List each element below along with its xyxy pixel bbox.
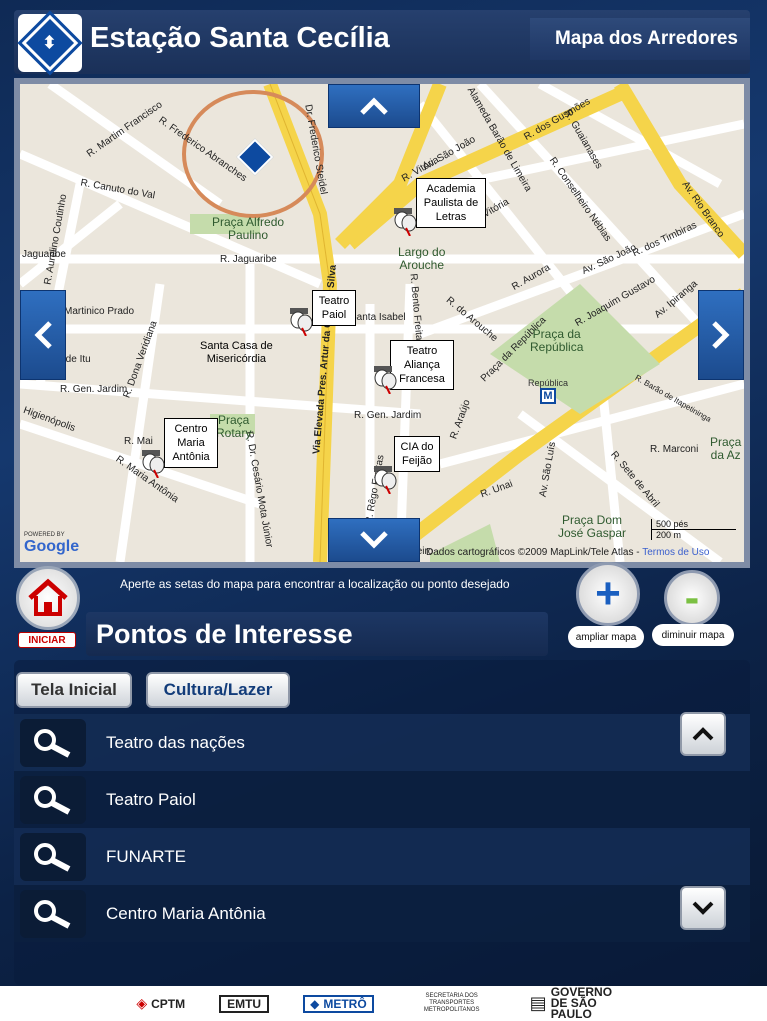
- chevron-up-icon: [360, 97, 388, 115]
- section-title: Pontos de Interesse: [96, 619, 353, 649]
- street-label: Jaguaribe: [22, 249, 66, 260]
- zoom-out-button[interactable]: -: [664, 570, 720, 626]
- chevron-up-icon: [692, 727, 714, 741]
- street-label: Martinico Prado: [64, 306, 135, 317]
- place-largo-arouche: Largo do Arouche: [398, 245, 446, 272]
- poi-label[interactable]: Teatro Paiol: [312, 290, 356, 326]
- poi-label[interactable]: Academia Paulista de Letras: [416, 178, 486, 228]
- tab-culture[interactable]: Cultura/Lazer: [146, 672, 290, 708]
- secretaria-logo: SECRETARIA DOS TRANSPORTES METROPOLITANO…: [423, 993, 480, 1013]
- google-wordmark: Google: [24, 538, 80, 555]
- copyright-text: Dados cartográficos ©2009 MapLink/Tele A…: [426, 547, 640, 558]
- home-button[interactable]: [16, 566, 80, 630]
- metro-footer-logo: ◆ METRÔ: [303, 994, 374, 1013]
- map-pan-down-button[interactable]: [328, 518, 420, 562]
- map-copyright: Dados cartográficos ©2009 MapLink/Tele A…: [426, 547, 709, 558]
- map-frame: R. Martim Francisco R. Frederico Abranch…: [14, 78, 750, 568]
- poi-list-panel: Tela Inicial Cultura/Lazer Teatro das na…: [14, 660, 750, 985]
- footer: ◈ CPTM EMTU ◆ METRÔ SECRETARIA DOS TRANS…: [0, 986, 767, 1021]
- map-scale: 500 pés 200 m: [650, 519, 736, 540]
- list-item[interactable]: Teatro das nações: [14, 714, 750, 771]
- search-button[interactable]: [20, 718, 86, 767]
- governo-label: GOVERNO DE SÃO PAULO: [550, 985, 613, 1021]
- tab-home[interactable]: Tela Inicial: [16, 672, 132, 708]
- governo-logo: ▤ GOVERNO DE SÃO PAULO: [529, 985, 631, 1021]
- cptm-icon: ◈: [136, 995, 148, 1011]
- list-item-label: Teatro Paiol: [106, 789, 196, 809]
- chevron-right-icon: [712, 321, 730, 349]
- zoom-in-label[interactable]: ampliar mapa: [568, 626, 644, 648]
- cptm-label: CPTM: [151, 996, 186, 1011]
- metro-logo: ⬍: [17, 10, 83, 76]
- map[interactable]: R. Martim Francisco R. Frederico Abranch…: [20, 84, 744, 562]
- list-item[interactable]: FUNARTE: [14, 828, 750, 885]
- metro-station-icon: M: [540, 388, 556, 404]
- search-icon: [34, 785, 71, 815]
- search-icon: [34, 728, 71, 758]
- home-label[interactable]: INICIAR: [18, 632, 76, 648]
- zoom-out-label[interactable]: diminuir mapa: [652, 624, 734, 646]
- poi-label[interactable]: Centro Maria Antônia: [164, 418, 218, 468]
- metro-footer-icon: ◆: [310, 996, 320, 1011]
- theater-masks-icon[interactable]: [372, 364, 398, 394]
- search-button[interactable]: [20, 889, 86, 938]
- chevron-down-icon: [692, 901, 714, 915]
- street-label: R. Mai: [124, 436, 153, 447]
- chevron-down-icon: [360, 531, 388, 549]
- google-logo: POWERED BY Google: [24, 532, 79, 556]
- list-item-label: FUNARTE: [106, 846, 186, 866]
- place-praca-republica: Praça da República: [530, 327, 584, 354]
- list-scroll-down-button[interactable]: [680, 886, 726, 930]
- map-pan-right-button[interactable]: [698, 290, 744, 380]
- place-santa-casa: Santa Casa de Misericórdia: [200, 340, 273, 365]
- search-button[interactable]: [20, 775, 86, 824]
- page-title: Estação Santa Cecília: [90, 22, 390, 54]
- governo-icon: ▤: [529, 993, 547, 1013]
- poi-label[interactable]: Teatro Aliança Francesa: [390, 340, 454, 390]
- search-icon: [34, 899, 71, 929]
- list-item-label: Centro Maria Antônia: [106, 903, 266, 923]
- metro-footer-label: METRÔ: [323, 996, 367, 1011]
- search-icon: [34, 842, 71, 872]
- street-label: Santa Isabel: [350, 312, 406, 323]
- place-praca-dom-jose: Praça Dom José Gaspar: [558, 513, 627, 540]
- map-pan-left-button[interactable]: [20, 290, 66, 380]
- zoom-in-button[interactable]: +: [576, 562, 640, 626]
- metro-logo-icon: ⬍: [17, 10, 83, 76]
- home-icon: [28, 578, 68, 616]
- plus-icon: +: [595, 569, 621, 618]
- theater-masks-icon[interactable]: [392, 206, 418, 236]
- poi-label[interactable]: CIA do Feijão: [394, 436, 440, 472]
- scale-top: 500 pés: [650, 519, 736, 530]
- theater-masks-icon[interactable]: [140, 448, 166, 478]
- place-praca-az: Praça da Az: [710, 435, 742, 462]
- minus-icon: -: [684, 573, 700, 622]
- section-title-bar: Pontos de Interesse: [86, 612, 548, 656]
- header: ⬍ Estação Santa Cecília Mapa dos Arredor…: [14, 10, 750, 76]
- chevron-left-icon: [34, 321, 52, 349]
- street-label: R. Jaguaribe: [220, 254, 277, 265]
- scale-bottom: 200 m: [650, 530, 736, 540]
- street-label: R. Gen. Jardim: [354, 410, 422, 421]
- map-instruction: Aperte as setas do mapa para encontrar a…: [120, 577, 510, 591]
- theater-masks-icon[interactable]: [372, 464, 398, 494]
- map-pan-up-button[interactable]: [328, 84, 420, 128]
- section-heading-label: Mapa dos Arredores: [554, 28, 738, 49]
- search-button[interactable]: [20, 832, 86, 881]
- list-scroll-up-button[interactable]: [680, 712, 726, 756]
- list-item[interactable]: Centro Maria Antônia: [14, 885, 750, 942]
- terms-link[interactable]: Termos de Uso: [642, 547, 709, 558]
- section-heading: Mapa dos Arredores: [530, 18, 750, 60]
- list-item-label: Teatro das nações: [106, 732, 245, 752]
- emtu-logo: EMTU: [219, 994, 270, 1013]
- theater-masks-icon[interactable]: [288, 306, 314, 336]
- street-label: R. Gen. Jardim: [60, 384, 128, 395]
- place-praca-rotary: Praça Rotary: [216, 413, 252, 440]
- cptm-logo: ◈ CPTM: [136, 995, 185, 1012]
- street-label: R. Marconi: [650, 444, 699, 455]
- list-item[interactable]: Teatro Paiol: [14, 771, 750, 828]
- place-praca-alfredo: Praça Alfredo Paulino: [212, 215, 285, 242]
